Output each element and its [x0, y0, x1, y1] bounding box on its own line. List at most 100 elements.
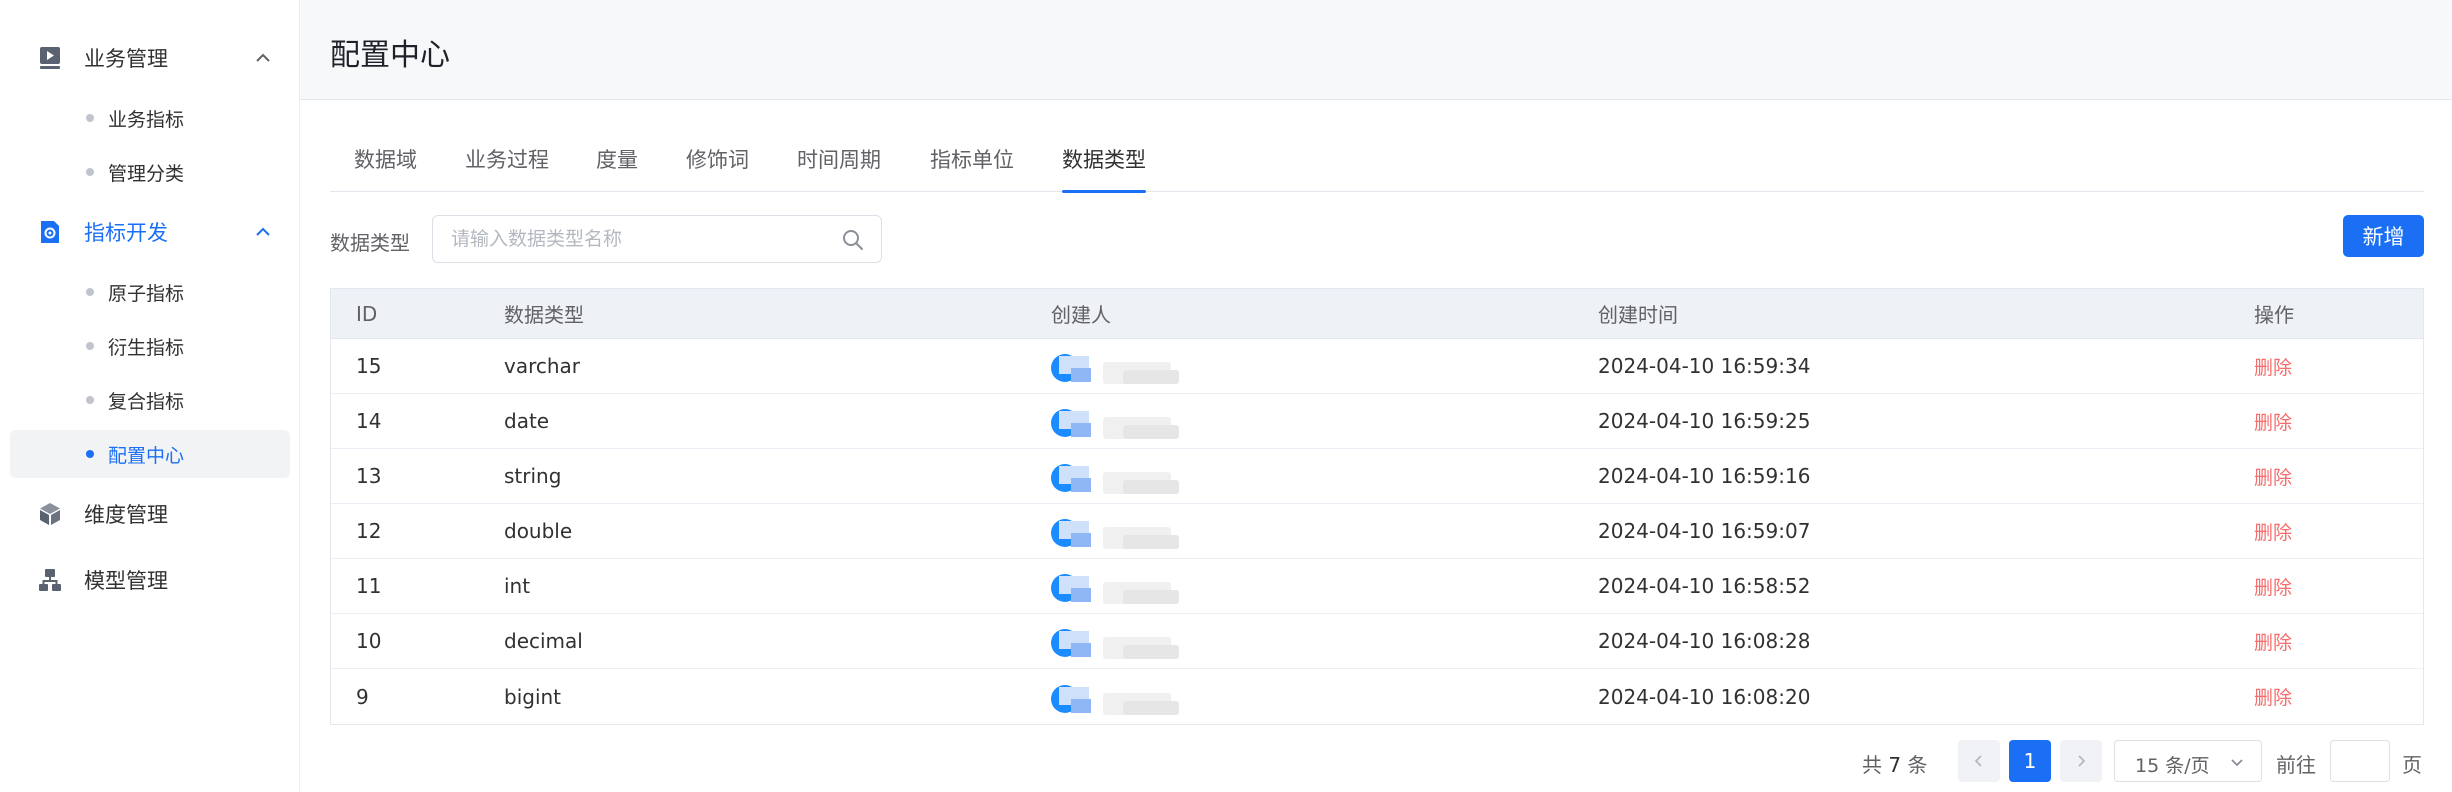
table-row: 14 date 2024-04-10 16:59:25 删除 [331, 394, 2423, 449]
page-header: 配置中心 [300, 0, 2452, 100]
cell-action: 删除 [2254, 669, 2292, 724]
page-size-select[interactable]: 15 条/页 [2114, 740, 2262, 782]
tab-measure[interactable]: 度量 [596, 144, 638, 192]
cell-data-type: double [504, 519, 573, 543]
tab-label: 指标单位 [930, 148, 1014, 172]
cell-data-type: varchar [504, 354, 581, 378]
sidebar-group-label: 指标开发 [84, 221, 168, 245]
search-input[interactable] [451, 216, 831, 262]
redacted-creator-avatar [1051, 511, 1191, 551]
cell-creator [1051, 669, 1191, 724]
delete-link[interactable]: 删除 [2254, 463, 2292, 490]
search-icon[interactable] [841, 228, 865, 252]
sidebar-item-category-management[interactable]: 管理分类 [10, 148, 290, 196]
page-button-current[interactable]: 1 [2009, 740, 2051, 782]
cell-data-type: bigint [504, 684, 562, 709]
goto-page-input[interactable] [2330, 740, 2390, 782]
add-button[interactable]: 新增 [2343, 215, 2424, 257]
cell-data-type: int [504, 574, 531, 598]
total-suffix: 条 [1907, 753, 1928, 777]
cell-id: 14 [356, 409, 382, 433]
tab-label: 数据域 [354, 148, 417, 172]
delete-link[interactable]: 删除 [2254, 683, 2292, 710]
table-header: ID 数据类型 创建人 创建时间 操作 [331, 289, 2423, 339]
chevron-left-icon [1974, 755, 1982, 767]
tab-label: 时间周期 [797, 148, 881, 172]
delete-link[interactable]: 删除 [2254, 573, 2292, 600]
table-row: 11 int 2024-04-10 16:58:52 删除 [331, 559, 2423, 614]
column-header-id: ID [356, 301, 378, 326]
active-tab-indicator [1062, 190, 1146, 193]
sidebar-item-label: 配置中心 [108, 444, 185, 467]
redacted-creator-avatar [1051, 566, 1191, 606]
cell-creator [1051, 504, 1191, 558]
cell-created-at: 2024-04-10 16:59:34 [1598, 354, 1811, 378]
bullet-dot [86, 396, 94, 404]
table-row: 9 bigint 2024-04-10 16:08:20 删除 [331, 669, 2423, 724]
sidebar-group-model[interactable]: 模型管理 [0, 552, 300, 608]
cell-created-at: 2024-04-10 16:59:07 [1598, 519, 1811, 543]
sidebar-group-label: 业务管理 [84, 47, 168, 71]
goto-label: 前往 [2276, 753, 2316, 777]
sidebar-item-derived-metrics[interactable]: 衍生指标 [10, 322, 290, 370]
table-body: 15 varchar 2024-04-10 16:59:34 删除 14 dat… [331, 339, 2423, 724]
search-box [432, 215, 882, 263]
prev-page-button[interactable] [1958, 740, 2000, 782]
sidebar-group-dimension[interactable]: 维度管理 [0, 486, 300, 542]
cell-action: 删除 [2254, 504, 2292, 558]
sidebar-item-label: 业务指标 [108, 108, 185, 131]
cell-action: 删除 [2254, 394, 2292, 448]
cell-created-at: 2024-04-10 16:59:25 [1598, 409, 1811, 433]
tab-business-process[interactable]: 业务过程 [465, 144, 549, 192]
pagination-total: 共 7 条 [1862, 749, 1927, 778]
sidebar-item-label: 复合指标 [108, 390, 185, 413]
sidebar-item-config-center[interactable]: 配置中心 [10, 430, 290, 478]
bullet-dot [86, 168, 94, 176]
delete-link[interactable]: 删除 [2254, 408, 2292, 435]
table-row: 13 string 2024-04-10 16:59:16 删除 [331, 449, 2423, 504]
cube-icon [40, 503, 60, 525]
page-title: 配置中心 [330, 38, 450, 73]
filter-label: 数据类型 [330, 231, 410, 255]
redacted-creator-avatar [1051, 621, 1191, 661]
cell-created-at: 2024-04-10 16:08:28 [1598, 629, 1811, 653]
sidebar-item-atomic-metrics[interactable]: 原子指标 [10, 268, 290, 316]
data-type-table: ID 数据类型 创建人 创建时间 操作 15 varchar 2024-04-1… [330, 288, 2424, 725]
table-row: 10 decimal 2024-04-10 16:08:28 删除 [331, 614, 2423, 669]
hierarchy-icon [39, 569, 61, 591]
tab-data-type[interactable]: 数据类型 [1062, 144, 1146, 193]
cell-id: 15 [356, 354, 382, 378]
delete-link[interactable]: 删除 [2254, 628, 2292, 655]
tab-label: 修饰词 [686, 148, 749, 172]
delete-link[interactable]: 删除 [2254, 518, 2292, 545]
cell-id: 13 [356, 464, 382, 488]
redacted-creator-avatar [1051, 456, 1191, 496]
sidebar-item-label: 衍生指标 [108, 336, 185, 359]
tab-data-domain[interactable]: 数据域 [354, 144, 417, 192]
sidebar-group-metric-dev[interactable]: 指标开发 [0, 204, 300, 260]
sidebar-item-label: 原子指标 [108, 282, 185, 305]
cell-created-at: 2024-04-10 16:58:52 [1598, 574, 1811, 598]
tab-time-period[interactable]: 时间周期 [797, 144, 881, 192]
bullet-dot [86, 114, 94, 122]
cell-action: 删除 [2254, 339, 2292, 393]
sidebar-item-business-metrics[interactable]: 业务指标 [10, 94, 290, 142]
sidebar-group-business[interactable]: 业务管理 [0, 30, 300, 86]
cell-id: 11 [356, 574, 382, 598]
tab-label: 业务过程 [465, 148, 549, 172]
sidebar-group-label: 模型管理 [84, 569, 168, 593]
tab-label: 数据类型 [1062, 148, 1146, 172]
cell-creator [1051, 614, 1191, 668]
cell-data-type: decimal [504, 629, 583, 653]
tab-metric-unit[interactable]: 指标单位 [930, 144, 1014, 192]
sidebar-item-composite-metrics[interactable]: 复合指标 [10, 376, 290, 424]
delete-link[interactable]: 删除 [2254, 353, 2292, 380]
cell-action: 删除 [2254, 449, 2292, 503]
column-header-creator: 创建人 [1051, 303, 1111, 327]
cell-creator [1051, 559, 1191, 613]
redacted-creator-avatar [1051, 401, 1191, 441]
tab-modifier[interactable]: 修饰词 [686, 144, 749, 192]
next-page-button[interactable] [2060, 740, 2102, 782]
cell-action: 删除 [2254, 614, 2292, 668]
gear-document-icon [41, 221, 59, 243]
